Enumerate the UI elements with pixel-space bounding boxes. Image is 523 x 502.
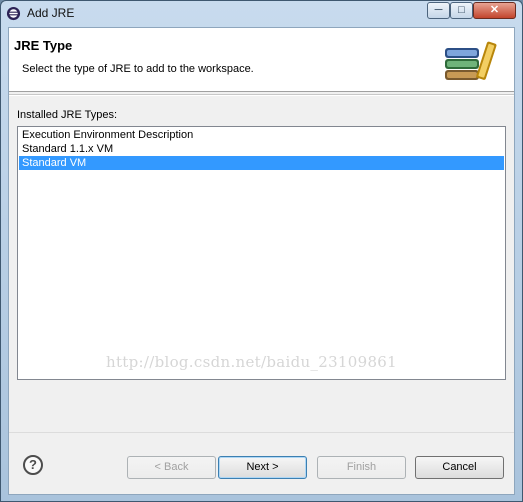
- help-icon: ?: [29, 457, 37, 472]
- page-title: JRE Type: [14, 38, 73, 53]
- help-button[interactable]: ?: [23, 455, 43, 475]
- maximize-button[interactable]: □: [450, 2, 473, 19]
- cancel-button[interactable]: Cancel: [415, 456, 504, 479]
- window-title: Add JRE: [27, 6, 75, 20]
- page-description: Select the type of JRE to add to the wor…: [22, 63, 254, 75]
- installed-jre-types-label: Installed JRE Types:: [17, 109, 118, 121]
- minimize-icon: ─: [434, 4, 443, 16]
- watermark-text: http://blog.csdn.net/baidu_23109861: [106, 353, 397, 371]
- next-button[interactable]: Next >: [218, 456, 307, 479]
- minimize-button[interactable]: ─: [427, 2, 450, 19]
- dialog-body: JRE Type Select the type of JRE to add t…: [8, 27, 515, 495]
- list-item-standard-vm[interactable]: Standard VM: [19, 156, 504, 170]
- list-item-execution-environment[interactable]: Execution Environment Description: [19, 128, 504, 142]
- eclipse-icon: [6, 6, 21, 21]
- add-jre-window: Add JRE ─ □ ✕ JRE Type Select the type o…: [0, 0, 523, 502]
- library-books-icon: [445, 41, 497, 80]
- banner-separator: [9, 94, 514, 96]
- finish-button[interactable]: Finish: [317, 456, 406, 479]
- close-button[interactable]: ✕: [473, 2, 516, 19]
- close-icon: ✕: [489, 4, 500, 16]
- list-item-standard-11x-vm[interactable]: Standard 1.1.x VM: [19, 142, 504, 156]
- maximize-icon: □: [458, 4, 465, 16]
- wizard-banner: JRE Type Select the type of JRE to add t…: [9, 28, 514, 92]
- back-button[interactable]: < Back: [127, 456, 216, 479]
- title-bar[interactable]: Add JRE ─ □ ✕: [1, 1, 522, 27]
- button-bar-separator: [9, 432, 514, 433]
- jre-types-list[interactable]: Execution Environment Description Standa…: [17, 126, 506, 380]
